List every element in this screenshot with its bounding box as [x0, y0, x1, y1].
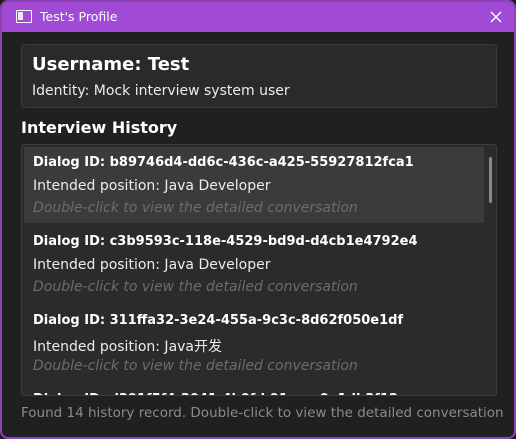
profile-card: Username: Test Identity: Mock interview … — [21, 44, 497, 108]
title-bar[interactable]: Test's Profile — [2, 2, 514, 32]
interview-history-heading: Interview History — [21, 118, 178, 137]
username-label: Username: Test — [32, 54, 190, 75]
list-scrollbar[interactable] — [489, 157, 492, 203]
double-click-hint: Double-click to view the detailed conver… — [33, 358, 358, 374]
dialog-id-label: Dialog ID: b89746d4-dd6c-436c-a425-55927… — [33, 155, 414, 170]
status-text: Found 14 history record. Double-click to… — [21, 405, 504, 421]
profile-window: Test's Profile Username: Test Identity: … — [0, 0, 516, 439]
close-icon — [490, 11, 502, 23]
dialog-id-label: Dialog ID: 311ffa32-3e24-455a-9c3c-8d62f… — [33, 313, 404, 328]
window-title: Test's Profile — [40, 9, 118, 24]
list-item[interactable]: Dialog ID: d391f5f4-3041-4b0f-b91a-ea0a1… — [24, 384, 484, 395]
history-list[interactable]: Dialog ID: b89746d4-dd6c-436c-a425-55927… — [21, 144, 497, 396]
dialog-id-label: Dialog ID: c3b9593c-118e-4529-bd9d-d4cb1… — [33, 234, 418, 249]
close-button[interactable] — [484, 5, 508, 29]
double-click-hint: Double-click to view the detailed conver… — [33, 200, 358, 216]
intended-position-label: Intended position: Java开发 — [33, 339, 223, 355]
list-item[interactable]: Dialog ID: 311ffa32-3e24-455a-9c3c-8d62f… — [24, 305, 484, 381]
list-item[interactable]: Dialog ID: b89746d4-dd6c-436c-a425-55927… — [24, 147, 484, 223]
window-app-icon — [16, 10, 32, 23]
list-item[interactable]: Dialog ID: c3b9593c-118e-4529-bd9d-d4cb1… — [24, 226, 484, 302]
intended-position-label: Intended position: Java Developer — [33, 178, 271, 194]
intended-position-label: Intended position: Java Developer — [33, 257, 271, 273]
identity-label: Identity: Mock interview system user — [32, 83, 290, 99]
double-click-hint: Double-click to view the detailed conver… — [33, 279, 358, 295]
dialog-id-label: Dialog ID: d391f5f4-3041-4b0f-b91a-ea0a1… — [33, 392, 406, 395]
